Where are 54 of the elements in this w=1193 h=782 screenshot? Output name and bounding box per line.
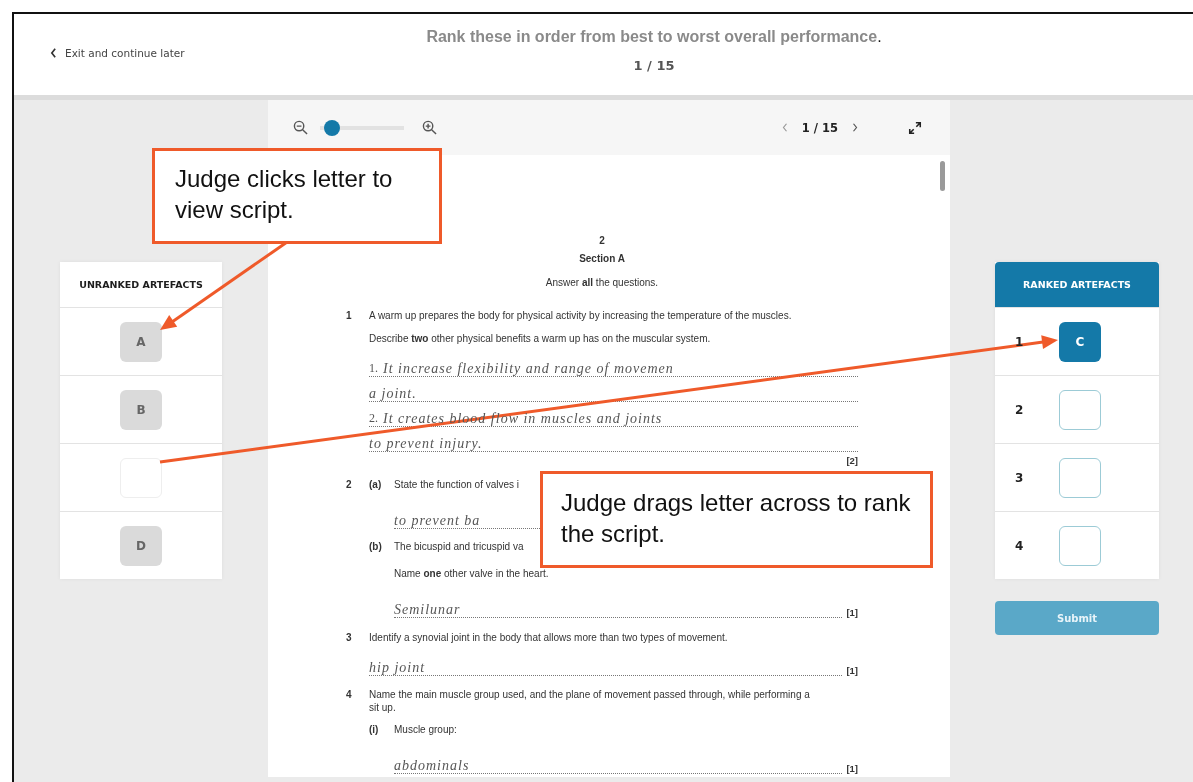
panel-title: UNRANKED ARTEFACTS xyxy=(78,278,204,292)
mark-allocation: [1] xyxy=(846,665,858,676)
page-number: 2 xyxy=(598,235,606,246)
question-text: Describe two other physical benefits a warm up has on the muscular system. xyxy=(369,332,711,345)
question-text: The bicuspid and tricuspid va xyxy=(394,540,524,553)
artefact-tile[interactable]: B xyxy=(120,389,162,430)
page-counter: 1 / 15 xyxy=(801,120,838,135)
callout-tooltip: Judge drags letter across to rank the script. xyxy=(540,471,933,568)
zoom-out-icon[interactable] xyxy=(293,120,308,135)
question-text: Name the main muscle group used, and the plane of movement passed through, while performing a sit up. xyxy=(369,689,811,714)
handwritten-answer: It increase flexibility and range of movemen xyxy=(383,362,674,376)
artefact-tile[interactable]: C xyxy=(1059,321,1101,362)
question-number: 3 xyxy=(346,631,353,645)
chevron-left-icon xyxy=(50,48,57,58)
answer-number: 1. xyxy=(369,361,378,376)
question-text: Muscle group: xyxy=(394,724,457,737)
panel-title: RANKED ARTEFACTS xyxy=(995,262,1159,307)
progress-counter: 1 / 15 xyxy=(633,58,675,73)
part-label: (i) xyxy=(369,724,380,737)
instruction-text: Rank these in order from best to worst overall performance. xyxy=(426,28,882,46)
answer-number: 2. xyxy=(369,411,378,426)
question-number: 4 xyxy=(346,689,353,702)
scrollbar-thumb[interactable] xyxy=(940,161,945,191)
callout-tooltip: Judge clicks letter to view script. xyxy=(152,148,442,244)
rank-number: 2 xyxy=(1015,402,1025,417)
part-label: (a) xyxy=(369,479,383,492)
rank-number: 3 xyxy=(1015,470,1025,485)
handwritten-answer: a joint. xyxy=(369,387,417,401)
handwritten-answer: Semilunar xyxy=(394,602,461,617)
question-number: 1 xyxy=(346,310,353,323)
question-number: 2 xyxy=(346,479,353,492)
handwritten-answer: abdominals xyxy=(394,758,470,773)
artefact-tile[interactable]: D xyxy=(120,525,162,566)
rank-number: 4 xyxy=(1015,538,1025,553)
expand-icon[interactable] xyxy=(908,120,922,135)
handwritten-answer: hip joint xyxy=(369,661,426,675)
instruction-text: Answer all the questions. xyxy=(544,277,660,288)
section-heading: Section A xyxy=(578,253,626,264)
handwritten-answer: to prevent injury. xyxy=(369,437,483,451)
question-text: Name one other valve in the heart. xyxy=(394,568,549,581)
mark-allocation: [1] xyxy=(846,606,858,618)
zoom-in-icon[interactable] xyxy=(422,120,437,135)
part-label: (b) xyxy=(369,540,383,554)
mark-allocation: [2] xyxy=(846,455,858,468)
question-text: A warm up prepares the body for physical activity by increasing the temperature of the muscles. xyxy=(369,310,792,323)
next-page-icon[interactable] xyxy=(852,123,858,132)
previous-page-icon[interactable] xyxy=(781,123,788,132)
artefact-tile[interactable]: A xyxy=(120,321,162,362)
exit-link[interactable]: Exit and continue later xyxy=(50,47,185,59)
slider-thumb[interactable] xyxy=(324,119,341,136)
question-text: Identify a synovial joint in the body that allows more than two types of movement. xyxy=(369,631,728,644)
handwritten-answer: to prevent ba xyxy=(394,513,481,528)
mark-allocation: [1] xyxy=(846,762,858,774)
question-text: State the function of valves i xyxy=(394,479,520,492)
